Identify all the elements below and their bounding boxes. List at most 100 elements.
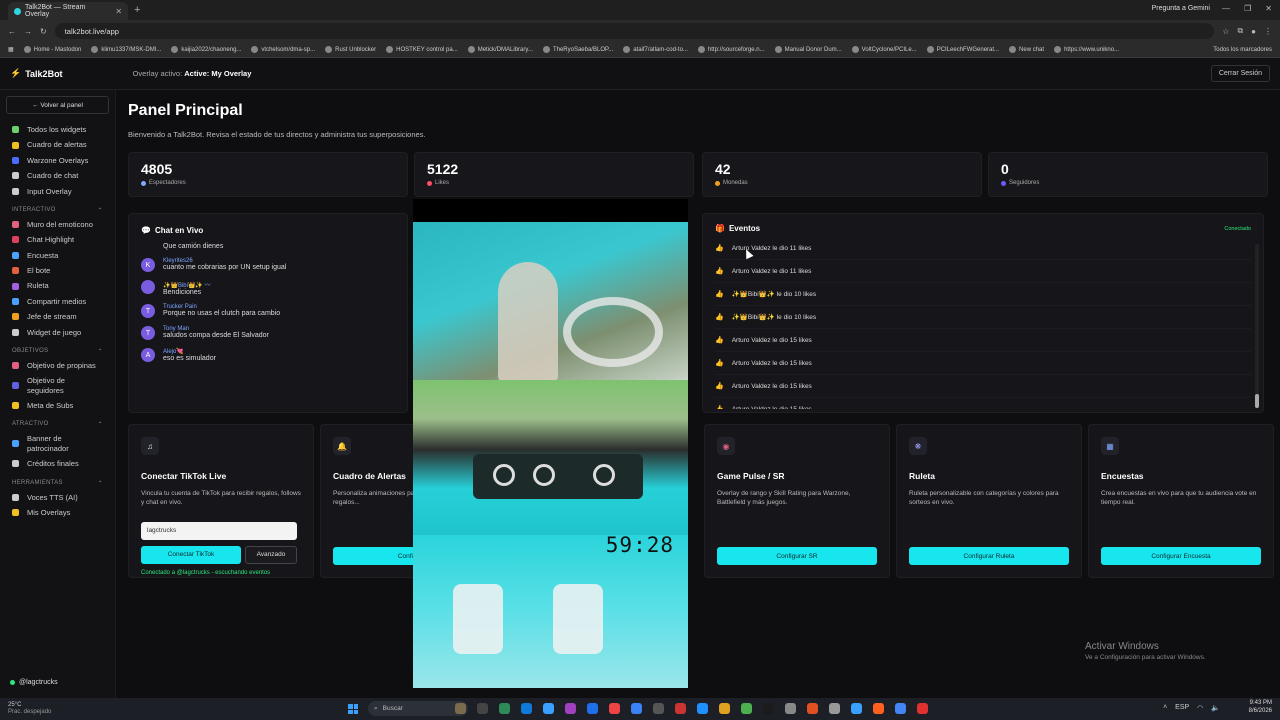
store-icon[interactable] <box>697 703 708 714</box>
sidebar-item[interactable]: Mis Overlays <box>6 505 109 520</box>
photoshop-icon[interactable] <box>675 703 686 714</box>
settings-icon[interactable] <box>829 703 840 714</box>
bookmark-item[interactable]: PCILeechFWGenerat... <box>926 46 999 53</box>
sidebar-item[interactable]: Créditos finales <box>6 456 109 471</box>
taskbar-search[interactable]: ⌕ Buscar <box>368 701 468 716</box>
sidebar-section-header[interactable]: OBJETIVOS ⌃ <box>6 340 109 358</box>
discord-icon[interactable] <box>565 703 576 714</box>
logout-button[interactable]: Cerrar Sesión <box>1210 65 1270 82</box>
profile-avatar[interactable]: ● <box>1251 27 1256 36</box>
app-icon[interactable] <box>917 703 928 714</box>
back-nav-icon[interactable]: ← <box>8 27 16 36</box>
bookmark-item[interactable]: New chat <box>1009 46 1044 53</box>
sidebar-item[interactable]: Cuadro de chat <box>6 168 109 183</box>
sidebar-item[interactable]: Jefe de stream <box>6 309 109 324</box>
events-scrollbar[interactable] <box>1255 244 1259 408</box>
sidebar-section-header[interactable]: ATRACTIVO ⌃ <box>6 413 109 431</box>
sidebar-item[interactable]: Chat Highlight <box>6 232 109 247</box>
sidebar-item[interactable]: Input Overlay <box>6 184 109 199</box>
player-icon[interactable] <box>785 703 796 714</box>
bookmark-item[interactable]: VoltCyclone/PCILe... <box>851 46 917 53</box>
system-tray[interactable]: ˄ ESP ◠ 🔈 <box>1163 704 1220 712</box>
bookmark-item[interactable]: kaijia2022/chaoneng... <box>171 46 241 53</box>
sidebar-section-header[interactable]: HERRAMIENTAS ⌃ <box>6 472 109 490</box>
url-field[interactable]: talk2bot.live/app <box>54 23 1215 39</box>
weather-widget[interactable]: 25°C Prac. despejado <box>8 702 51 715</box>
sidebar-item[interactable]: Cuadro de alertas <box>6 137 109 152</box>
bookmark-item[interactable]: klimu1337/MSK-DMI... <box>91 46 161 53</box>
sidebar-item[interactable]: Encuesta <box>6 248 109 263</box>
bookmark-item[interactable]: https://www.unikno... <box>1054 46 1119 53</box>
bookmark-item[interactable]: ataif7/atlam-cod-to... <box>623 46 688 53</box>
connect-tiktok-button[interactable]: Conectar TikTok <box>141 545 241 564</box>
sidebar-item[interactable]: Todos los widgets <box>6 122 109 137</box>
bookmark-item[interactable]: Metick/DMALibrary... <box>467 46 533 53</box>
firefox-icon[interactable] <box>807 703 818 714</box>
back-to-panel-button[interactable]: ← Volver al panel <box>6 96 109 114</box>
sidebar-item[interactable]: Meta de Subs <box>6 398 109 413</box>
bookmark-item[interactable]: http://sourceforge.n... <box>697 46 765 53</box>
edge-icon[interactable] <box>543 703 554 714</box>
tiktok-username-input[interactable]: lagctrucks <box>141 521 297 540</box>
vscode-icon[interactable] <box>587 703 598 714</box>
sidebar-item[interactable]: El bote <box>6 263 109 278</box>
collapse-chevron-icon[interactable]: ⌃ <box>98 348 103 355</box>
all-bookmarks-button[interactable]: Todos los marcadores <box>1213 47 1272 53</box>
bookmark-item[interactable]: TheRyoSaeba/BLOP... <box>542 46 613 53</box>
steam-icon[interactable] <box>763 703 774 714</box>
bookmark-item[interactable]: vtchelsom/dma-sp... <box>251 46 315 53</box>
browser-tab[interactable]: Talk2Bot — Stream Overlay ✕ <box>8 2 128 20</box>
sidebar-item[interactable]: Banner de patrocinador <box>6 431 109 456</box>
close-tab-icon[interactable]: ✕ <box>115 7 122 16</box>
configure-poll-button[interactable]: Configurar Encuesta <box>1101 547 1261 565</box>
scrollbar-thumb[interactable] <box>1255 394 1259 408</box>
bookmark-star-icon[interactable]: ☆ <box>1222 27 1229 36</box>
file-explorer-icon[interactable] <box>455 703 466 714</box>
volume-icon[interactable]: 🔈 <box>1211 704 1220 712</box>
advanced-button[interactable]: Avanzado <box>245 545 297 564</box>
minimize-icon[interactable]: — <box>1222 4 1230 13</box>
app-logo[interactable]: ⚡ Talk2Bot <box>10 68 63 79</box>
bookmark-item[interactable]: HOSTKEY control pa... <box>386 46 458 53</box>
gemini-button[interactable]: Pregunta a Gemini <box>1152 5 1210 12</box>
language-indicator[interactable]: ESP <box>1175 704 1189 712</box>
bookmark-item[interactable]: Home - Mastodon <box>23 46 81 53</box>
sidebar-user[interactable]: @lagctrucks <box>10 679 58 686</box>
sidebar-item[interactable]: Ruleta <box>6 278 109 293</box>
sidebar-item[interactable]: Voces TTS (AI) <box>6 490 109 505</box>
media-icon[interactable] <box>653 703 664 714</box>
word-icon[interactable] <box>631 703 642 714</box>
events-list[interactable]: 👍 Arturo Valdez le dio 11 likes 👍 Arturo Va… <box>715 237 1251 409</box>
close-window-icon[interactable]: ✕ <box>1265 4 1272 13</box>
sidebar-section-header[interactable]: INTERACTIVO ⌃ <box>6 199 109 217</box>
chrome-icon[interactable] <box>609 703 620 714</box>
stream-video-overlay[interactable]: 59:28 <box>413 199 688 688</box>
configure-sr-button[interactable]: Configurar SR <box>717 547 877 565</box>
reload-icon[interactable]: ↻ <box>40 27 47 36</box>
sidebar-item[interactable]: Objetivo de propinas <box>6 358 109 373</box>
apps-grid-icon[interactable]: ▦ <box>8 46 14 53</box>
collapse-chevron-icon[interactable]: ⌃ <box>98 421 103 428</box>
chevron-up-icon[interactable]: ˄ <box>1163 704 1167 712</box>
configure-roulette-button[interactable]: Configurar Ruleta <box>909 547 1069 565</box>
bookmark-item[interactable]: Rust Unblocker <box>325 46 376 53</box>
new-tab-icon[interactable]: + <box>134 4 140 16</box>
collapse-chevron-icon[interactable]: ⌃ <box>98 480 103 487</box>
app-icon[interactable] <box>873 703 884 714</box>
maximize-icon[interactable]: ❐ <box>1244 4 1251 13</box>
windows-start-icon[interactable] <box>348 704 358 714</box>
nvidia-icon[interactable] <box>499 703 510 714</box>
spotify-icon[interactable] <box>741 703 752 714</box>
sidebar-item[interactable]: Objetivo de seguidores <box>6 373 109 398</box>
forward-nav-icon[interactable]: → <box>24 27 32 36</box>
menu-icon[interactable]: ⋮ <box>1264 27 1272 36</box>
terminal-icon[interactable] <box>477 703 488 714</box>
sidebar-item[interactable]: Warzone Overlays <box>6 153 109 168</box>
sidebar-item[interactable]: Compartir medios <box>6 294 109 309</box>
weather-app-icon[interactable] <box>719 703 730 714</box>
app-icon[interactable] <box>851 703 862 714</box>
collapse-chevron-icon[interactable]: ⌃ <box>98 207 103 214</box>
wifi-icon[interactable]: ◠ <box>1197 704 1203 712</box>
chat-list[interactable]: Que camión dienes K Kleyrites26 cuanto me c… <box>141 243 395 362</box>
sidebar-item[interactable]: Widget de juego <box>6 325 109 340</box>
